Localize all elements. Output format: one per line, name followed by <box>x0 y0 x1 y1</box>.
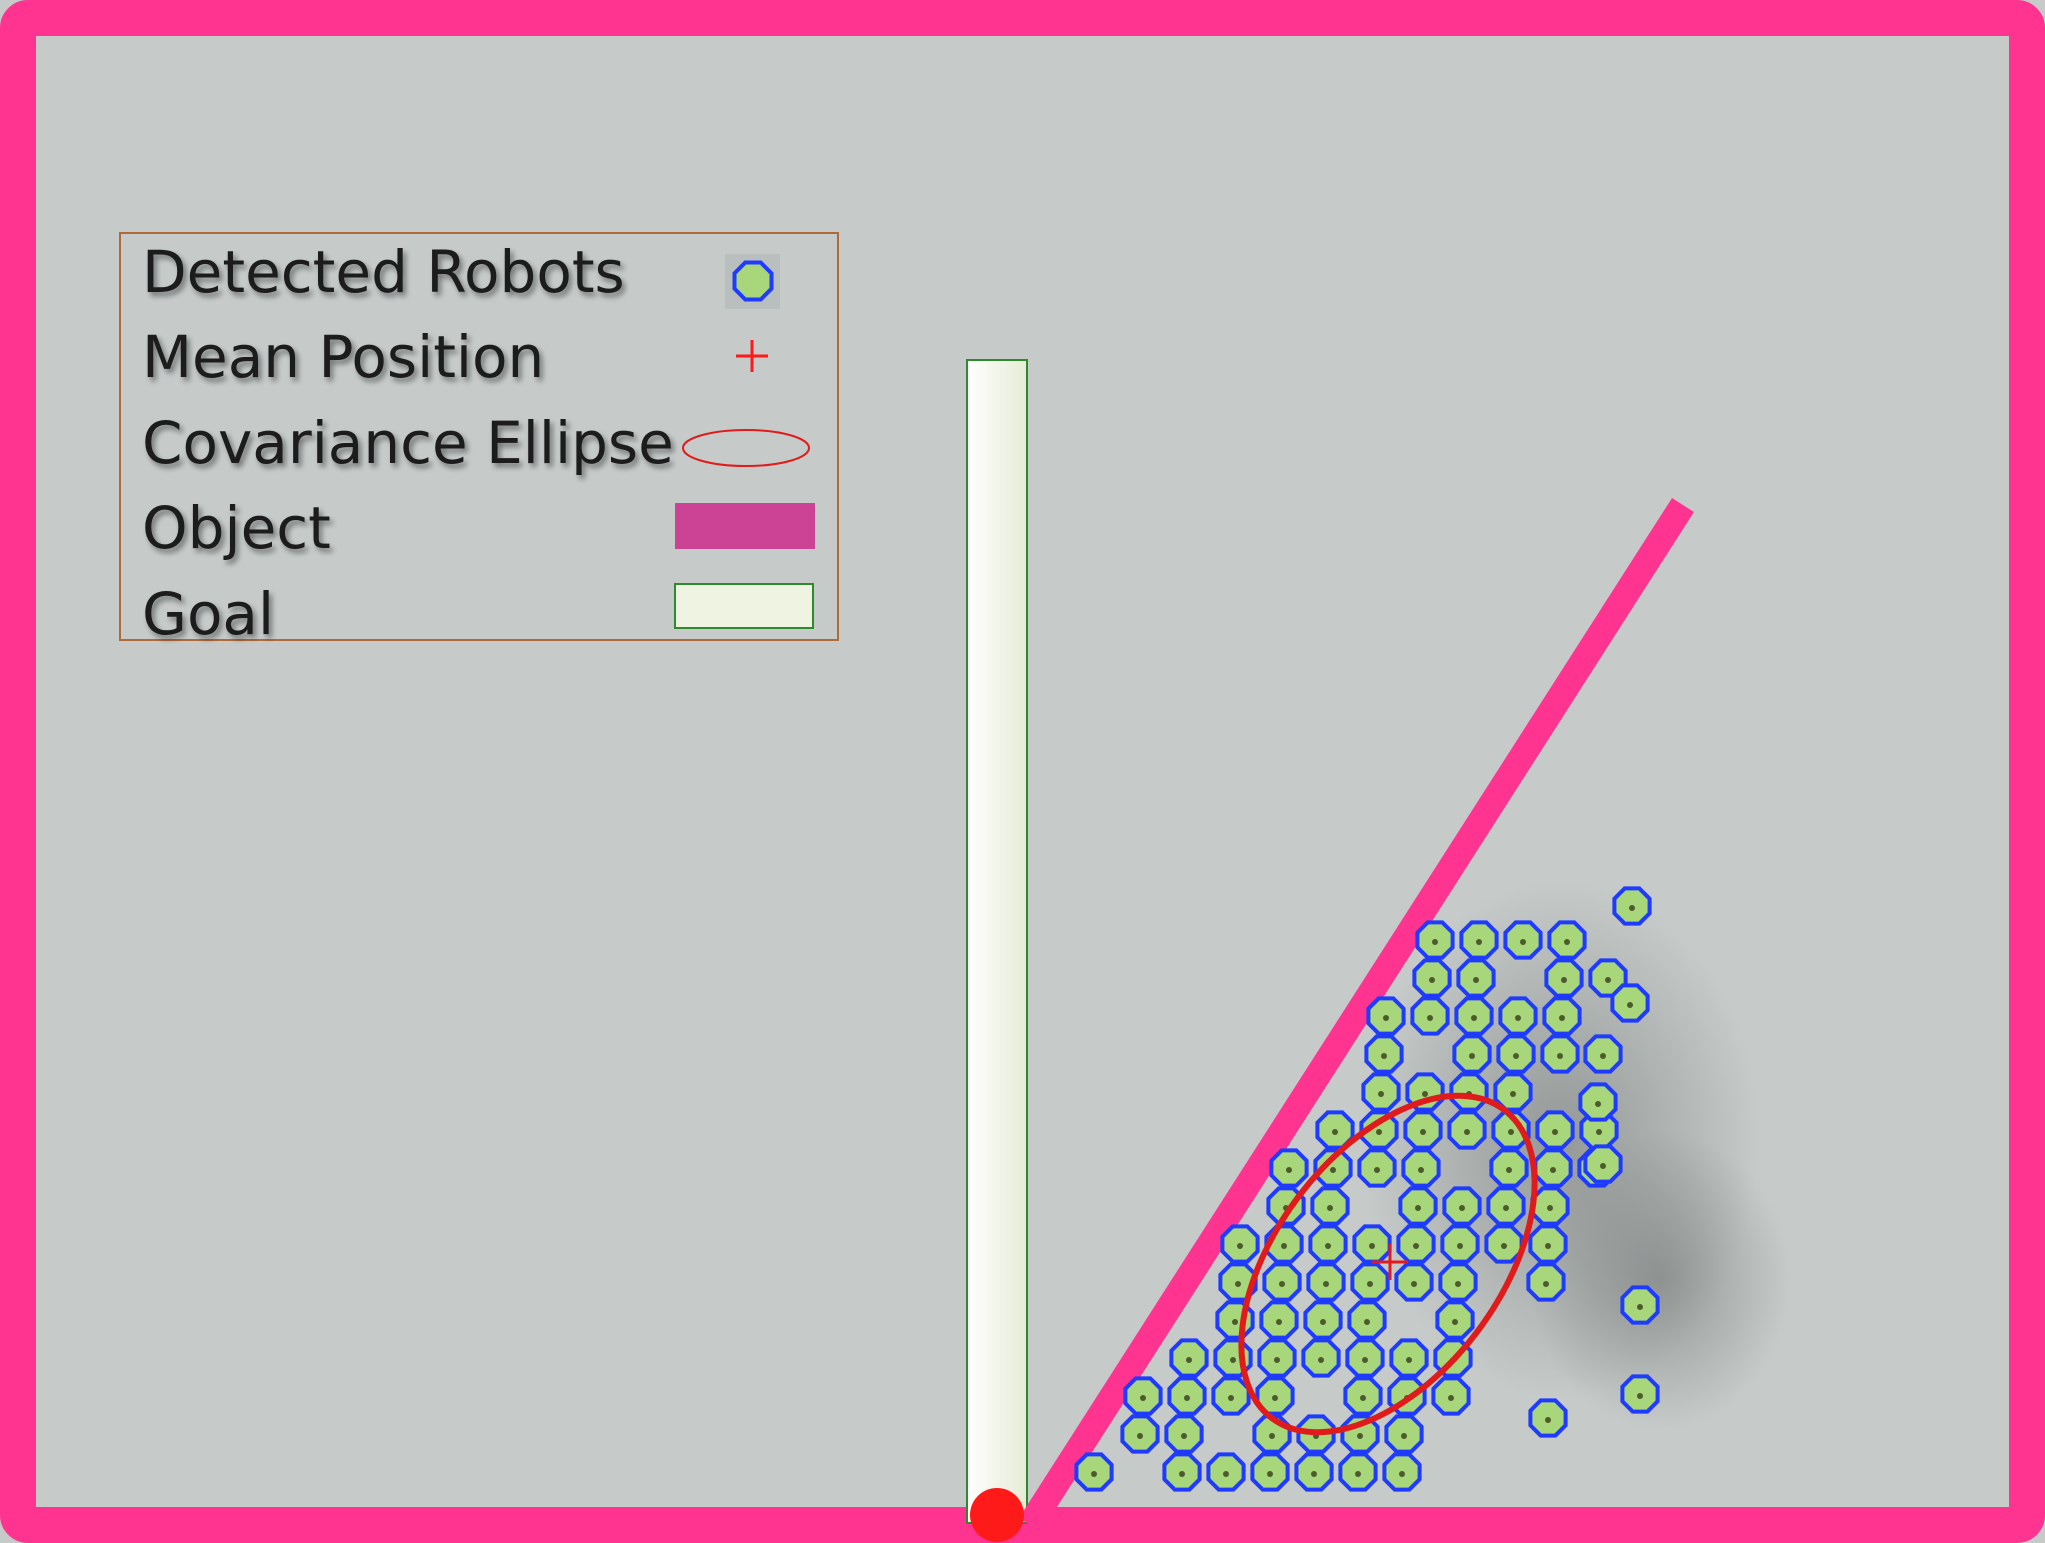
robot-marker <box>1310 1186 1350 1226</box>
robot-marker <box>1123 1376 1163 1416</box>
robot-marker <box>1364 1034 1404 1074</box>
robot-marker <box>1301 1338 1341 1378</box>
robot-marker <box>1528 1224 1568 1264</box>
robot-marker <box>1269 1148 1309 1188</box>
robot-marker <box>1530 1186 1570 1226</box>
robot-marker <box>1343 1376 1383 1416</box>
robot-marker <box>1442 1186 1482 1226</box>
robot-marker <box>1366 996 1406 1036</box>
legend-label-object: Object <box>142 494 331 562</box>
robot-marker <box>1394 1262 1434 1302</box>
robot-marker <box>1578 1082 1618 1122</box>
robot-marker <box>1547 920 1587 960</box>
robot-marker <box>1447 1110 1487 1150</box>
robot-marker <box>1220 1224 1260 1264</box>
robot-marker <box>1484 1224 1524 1264</box>
arena-scene: Detected Robots Mean Position Covariance… <box>0 0 2045 1543</box>
robot-marker <box>1211 1376 1251 1416</box>
robot-marker <box>1361 1072 1401 1112</box>
robot-marker <box>1496 1034 1536 1074</box>
object-swatch-icon <box>675 503 815 549</box>
robot-marker <box>1583 1034 1623 1074</box>
robot-marker <box>1306 1262 1346 1302</box>
robot-marker <box>1250 1452 1290 1492</box>
robot-marker <box>1167 1376 1207 1416</box>
robot-marker <box>1382 1452 1422 1492</box>
robot-marker <box>1412 958 1452 998</box>
robot-marker <box>1257 1338 1297 1378</box>
robot-marker <box>1345 1338 1385 1378</box>
robot-marker <box>1347 1300 1387 1340</box>
robot-marker <box>1262 1262 1302 1302</box>
robot-marker <box>1435 1300 1475 1340</box>
robot-marker <box>1438 1262 1478 1302</box>
robot-marker <box>1259 1300 1299 1340</box>
robot-marker <box>1206 1452 1246 1492</box>
robot-marker <box>1074 1452 1114 1492</box>
legend-label-goal: Goal <box>142 580 274 648</box>
robot-marker <box>1583 1144 1623 1184</box>
robot-marker <box>1440 1224 1480 1264</box>
robot-marker <box>1401 1148 1441 1188</box>
robot-marker <box>1398 1186 1438 1226</box>
robot-marker <box>1164 1414 1204 1454</box>
goal-region <box>966 359 1028 1524</box>
robot-marker <box>1498 996 1538 1036</box>
robot-marker <box>1410 996 1450 1036</box>
legend-label-detected-robots: Detected Robots <box>142 238 625 306</box>
robot-marker <box>1452 1034 1492 1074</box>
robot-marker <box>1350 1262 1390 1302</box>
robot-marker <box>1454 996 1494 1036</box>
robot-marker <box>1540 1034 1580 1074</box>
robot-marker <box>1620 1374 1660 1414</box>
robot-marker <box>1528 1398 1568 1438</box>
robot-marker <box>1169 1338 1209 1378</box>
robot-marker <box>1352 1224 1392 1264</box>
legend-label-covariance-ellipse: Covariance Ellipse <box>142 409 674 477</box>
robot-marker <box>1456 958 1496 998</box>
goal-swatch-icon <box>674 583 814 629</box>
robot-marker <box>1459 920 1499 960</box>
robot-marker <box>1489 1148 1529 1188</box>
robot-marker <box>1415 920 1455 960</box>
robot-marker <box>1357 1148 1397 1188</box>
robot-marker <box>1535 1110 1575 1150</box>
robot-marker <box>1612 886 1652 926</box>
robot-marker-icon <box>725 254 780 309</box>
robot-marker <box>1542 996 1582 1036</box>
legend-label-mean-position: Mean Position <box>142 323 544 391</box>
robot-marker <box>1338 1452 1378 1492</box>
robot-marker <box>1503 920 1543 960</box>
robot-marker <box>1384 1414 1424 1454</box>
robot-marker <box>1308 1224 1348 1264</box>
robot-marker <box>1431 1376 1471 1416</box>
robot-marker <box>1533 1148 1573 1188</box>
robot-marker <box>1396 1224 1436 1264</box>
robot-marker <box>1526 1262 1566 1302</box>
robot-marker <box>1389 1338 1429 1378</box>
robot-marker <box>1610 983 1650 1023</box>
robot-marker <box>1544 958 1584 998</box>
robot-marker <box>1486 1186 1526 1226</box>
robot-marker <box>1449 1072 1489 1112</box>
robot-marker <box>1162 1452 1202 1492</box>
robot-marker <box>1303 1300 1343 1340</box>
robot-marker <box>1620 1285 1660 1325</box>
robot-marker <box>1294 1452 1334 1492</box>
robot-marker <box>1120 1414 1160 1454</box>
legend: Detected Robots Mean Position Covariance… <box>119 232 839 648</box>
pivot-point <box>970 1488 1024 1542</box>
robot-marker <box>1403 1110 1443 1150</box>
